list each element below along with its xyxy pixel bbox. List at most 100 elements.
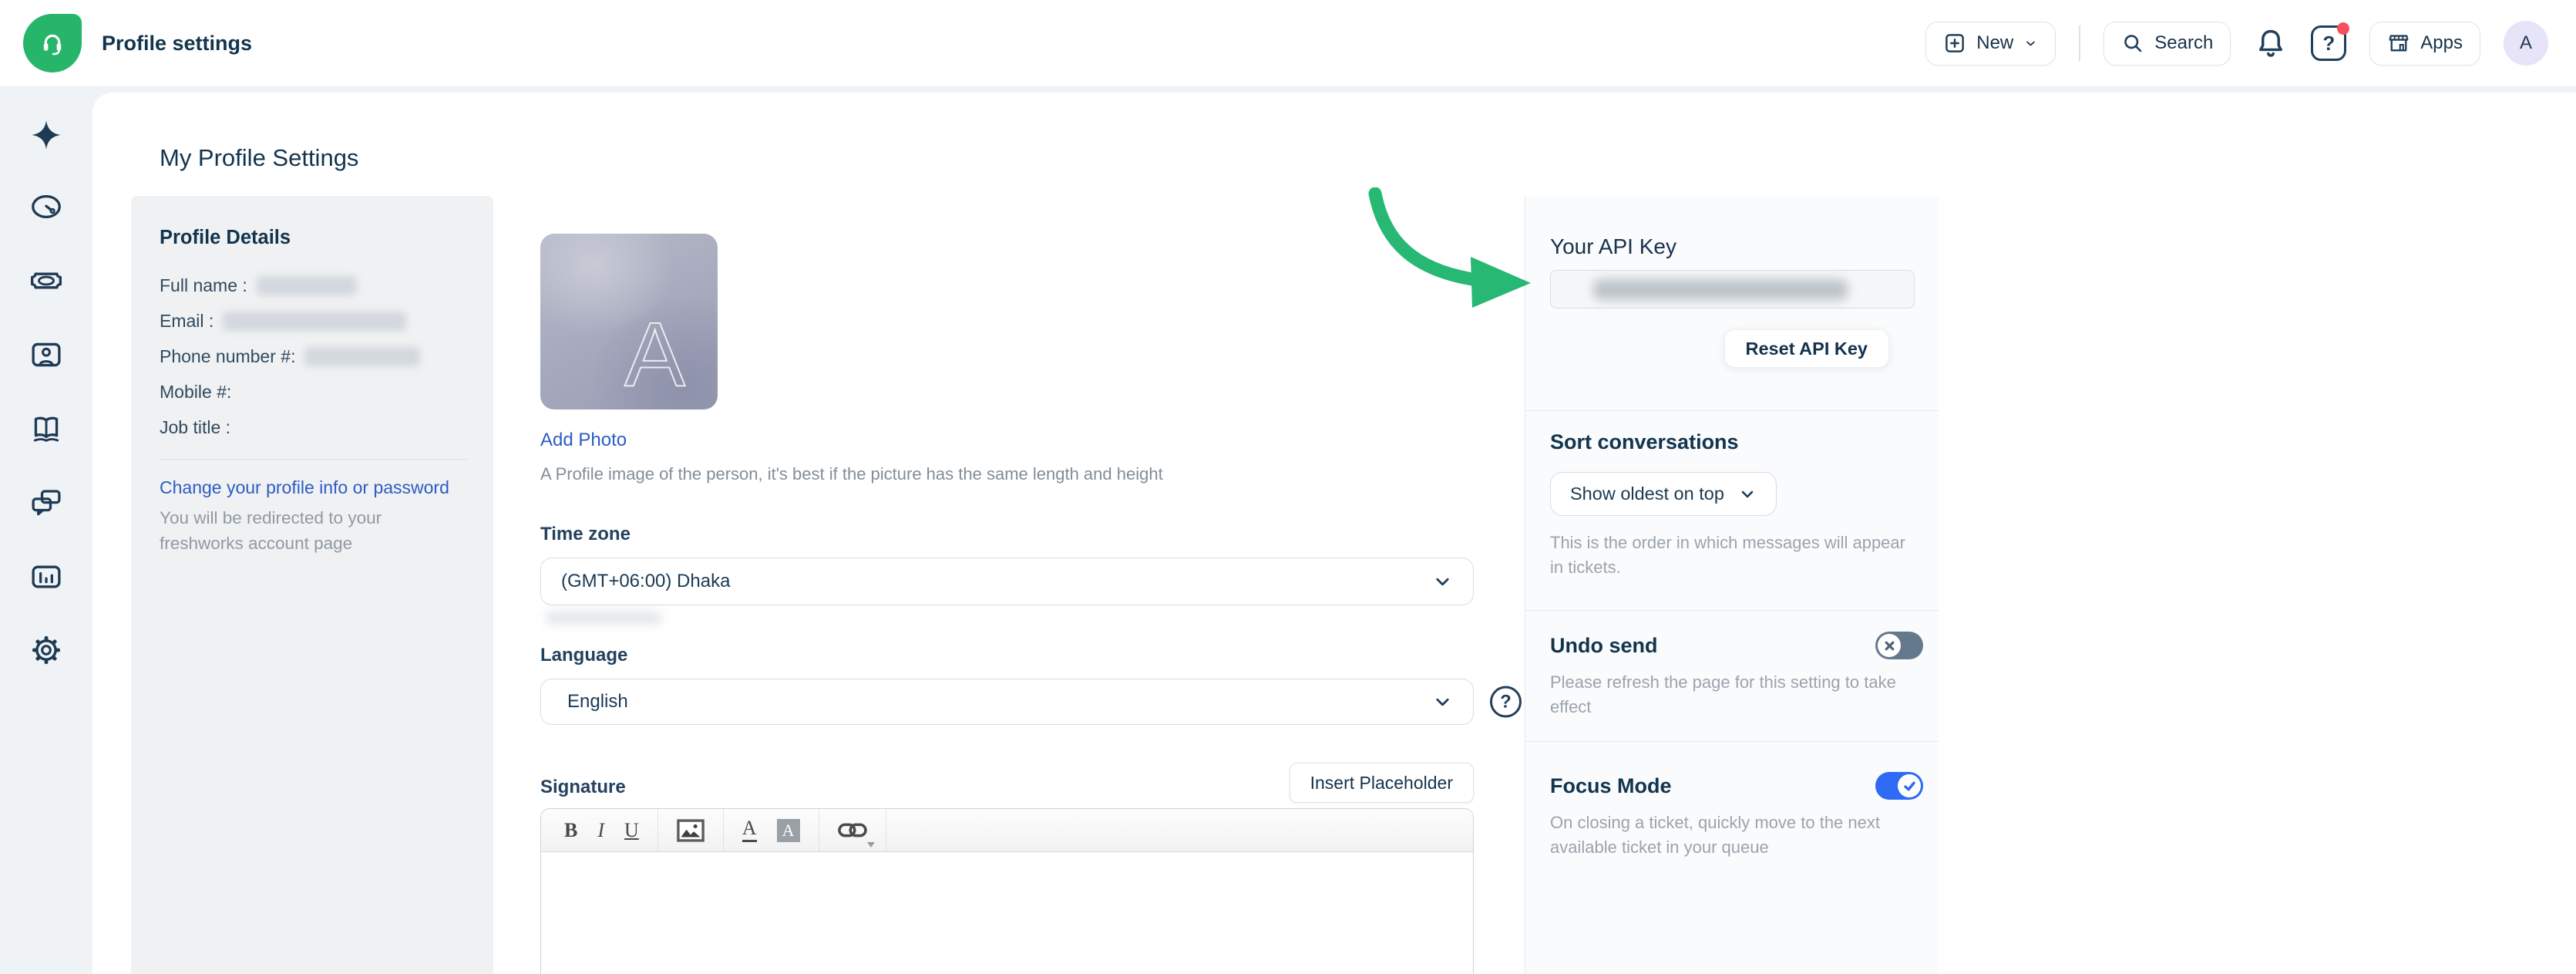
language-help-icon[interactable]: ? — [1490, 686, 1522, 718]
api-key-field[interactable] — [1550, 270, 1915, 308]
sort-conversations-title: Sort conversations — [1550, 411, 1929, 454]
field-phone: Phone number #: — [160, 345, 467, 367]
field-full-name: Full name : — [160, 275, 467, 296]
chevron-down-icon — [1432, 571, 1453, 592]
profile-details-panel: Profile Details Full name : Email : Phon… — [131, 196, 493, 974]
redacted-api-key — [1593, 279, 1848, 300]
new-button[interactable]: New — [1925, 22, 2056, 66]
user-avatar[interactable]: A — [2504, 21, 2548, 66]
dashboard-icon — [29, 190, 63, 224]
redacted-value — [304, 347, 420, 366]
profile-form: A Add Photo A Profile image of the perso… — [540, 234, 1474, 974]
redacted-value — [223, 312, 406, 331]
field-label: Phone number #: — [160, 346, 295, 367]
cross-icon — [1884, 640, 1895, 652]
apps-button-label: Apps — [2420, 32, 2463, 54]
notifications-button[interactable] — [2254, 26, 2288, 60]
sidebar-item-forums[interactable] — [29, 485, 64, 521]
settings-icon — [29, 633, 63, 667]
chevron-down-icon — [1738, 485, 1757, 504]
redacted-value — [257, 276, 357, 295]
marketplace-icon — [2387, 32, 2410, 55]
api-key-title: Your API Key — [1550, 196, 1929, 259]
question-mark-icon: ? — [1500, 691, 1512, 713]
sidebar-item-dashboard[interactable] — [29, 189, 64, 224]
text-style-group: B I U — [546, 809, 658, 851]
topbar-actions: New Search ? — [1925, 21, 2548, 66]
freshdesk-logo[interactable] — [23, 14, 82, 72]
bold-button[interactable]: B — [564, 821, 577, 841]
focus-mode-section: Focus Mode On closing a ticket, quickly … — [1525, 742, 1939, 860]
topbar: Profile settings New Search — [0, 0, 2576, 87]
signature-editor[interactable]: B I U A A — [540, 808, 1474, 974]
focus-mode-toggle[interactable] — [1875, 772, 1923, 800]
timezone-label: Time zone — [540, 524, 1474, 545]
notification-dot — [2337, 22, 2349, 35]
sparkle-icon — [29, 118, 63, 152]
color-group: A A — [724, 809, 819, 851]
question-mark-icon: ? — [2322, 33, 2335, 53]
undo-send-hint: Please refresh the page for this setting… — [1550, 670, 1922, 720]
underline-button[interactable]: U — [624, 821, 639, 841]
insert-image-group — [658, 809, 724, 851]
analytics-icon — [29, 560, 63, 594]
forums-icon — [29, 486, 63, 520]
reset-api-key-button[interactable]: Reset API Key — [1724, 329, 1889, 368]
timezone-select[interactable]: (GMT+06:00) Dhaka — [540, 558, 1474, 605]
content-card: My Profile Settings Profile Details Full… — [92, 93, 2576, 974]
insert-placeholder-button[interactable]: Insert Placeholder — [1290, 763, 1474, 803]
redacted-smudge — [546, 611, 661, 625]
field-mobile: Mobile #: — [160, 381, 467, 403]
background-color-button[interactable]: A — [777, 819, 800, 842]
change-profile-note: You will be redirected to your freshwork… — [160, 505, 425, 556]
add-photo-link[interactable]: Add Photo — [540, 430, 627, 451]
undo-send-toggle[interactable] — [1875, 632, 1923, 659]
insert-image-button[interactable] — [677, 819, 705, 842]
signature-text-area[interactable] — [541, 852, 1473, 974]
editor-toolbar: B I U A A — [541, 809, 1473, 852]
field-label: Email : — [160, 311, 214, 332]
toggle-knob — [1898, 774, 1921, 797]
timezone-value: (GMT+06:00) Dhaka — [561, 571, 730, 592]
photo-initial: A — [624, 309, 685, 400]
check-icon — [1903, 780, 1916, 793]
settings-panel: Your API Key Reset API Key Sort conversa… — [1525, 196, 1939, 974]
photo-hint: A Profile image of the person, it's best… — [540, 464, 1474, 484]
focus-mode-hint: On closing a ticket, quickly move to the… — [1550, 811, 1922, 860]
sidebar-item-admin-settings[interactable] — [29, 632, 64, 668]
sort-conversations-hint: This is the order in which messages will… — [1550, 531, 1922, 580]
sidebar-item-analytics[interactable] — [29, 559, 64, 595]
link-group — [819, 809, 886, 851]
sidebar-item-freddy-ai[interactable] — [29, 117, 64, 153]
chevron-down-icon — [1432, 692, 1453, 713]
search-button-label: Search — [2154, 32, 2213, 54]
language-label: Language — [540, 645, 1474, 666]
change-profile-link[interactable]: Change your profile info or password — [160, 477, 449, 498]
sort-order-select[interactable]: Show oldest on top — [1550, 472, 1777, 516]
apps-button[interactable]: Apps — [2369, 22, 2480, 66]
plus-square-icon — [1943, 32, 1966, 55]
insert-link-button[interactable] — [838, 822, 867, 838]
focus-mode-title: Focus Mode — [1550, 774, 1672, 798]
profile-photo[interactable]: A — [540, 234, 718, 409]
language-select[interactable]: English — [540, 679, 1474, 725]
help-button[interactable]: ? — [2311, 25, 2346, 61]
font-color-button[interactable]: A — [742, 818, 757, 842]
sidebar-item-tickets[interactable] — [29, 263, 64, 298]
topbar-divider — [2079, 25, 2080, 61]
search-button[interactable]: Search — [2104, 22, 2231, 66]
italic-button[interactable]: I — [597, 821, 604, 841]
undo-send-title: Undo send — [1550, 634, 1658, 658]
language-row: English ? — [540, 679, 1474, 725]
api-key-section: Your API Key Reset API Key — [1525, 196, 1939, 411]
sidebar-item-knowledge-base[interactable] — [29, 411, 64, 447]
contacts-icon — [29, 338, 63, 372]
field-label: Job title : — [160, 417, 230, 438]
ticket-icon — [29, 264, 63, 298]
sidebar-item-contacts[interactable] — [29, 337, 64, 372]
app-title: Profile settings — [102, 32, 252, 56]
headset-icon — [36, 27, 69, 59]
field-email: Email : — [160, 310, 467, 332]
link-icon — [838, 822, 867, 838]
caret-down-icon — [867, 842, 875, 848]
